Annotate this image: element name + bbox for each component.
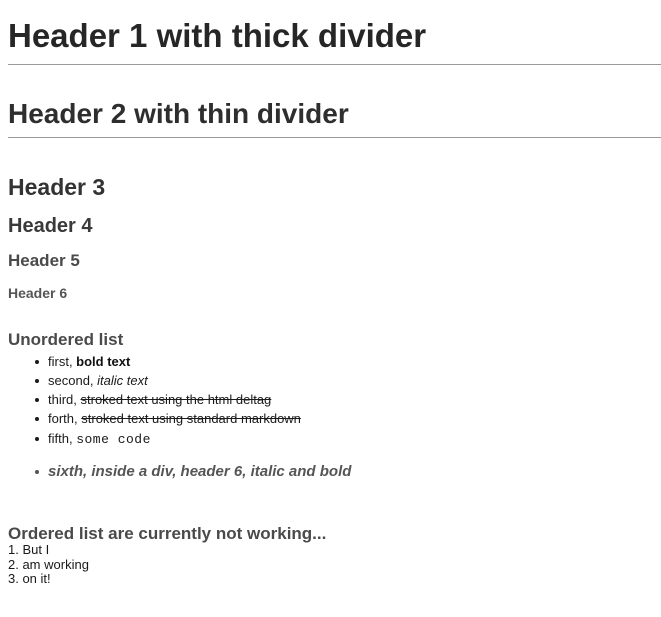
list-item-first: first, bold text <box>34 352 351 371</box>
italic-bold-header-6-text: sixth, inside a div, header 6, italic an… <box>48 463 352 480</box>
bold-text: bold text <box>76 354 131 369</box>
inline-code: some code <box>76 432 151 447</box>
thick-divider <box>8 64 661 65</box>
unordered-list-title: Unordered list <box>8 330 124 349</box>
heading-5: Header 5 <box>8 251 80 270</box>
ordered-line-3: 3. on it! <box>8 571 51 586</box>
heading-1: Header 1 with thick divider <box>8 17 427 54</box>
ordered-line-1: 1. But I <box>8 542 50 557</box>
heading-4: Header 4 <box>8 215 93 237</box>
list-item-third: third, stroked text using the html delta… <box>34 390 351 409</box>
list-item-sixth: sixth, inside a div, header 6, italic an… <box>34 462 352 482</box>
list-item-forth: forth, stroked text using standard markd… <box>34 409 351 428</box>
list-item-prefix: third, <box>48 392 81 407</box>
ordered-line-2: 2. am working <box>8 556 89 572</box>
heading-3: Header 3 <box>8 174 106 200</box>
strikethrough-text-html: stroked text using the html deltag <box>80 392 272 407</box>
ordered-list-text: 1. But I 2. am working 3. on it! <box>8 542 89 587</box>
list-item-prefix: fifth, <box>48 431 77 446</box>
list-item-fifth: fifth, some code <box>34 428 351 450</box>
list-item-second: second, italic text <box>34 371 351 390</box>
list-item-prefix: first, <box>48 354 77 369</box>
list-item-prefix: second, <box>48 373 98 388</box>
list-item-prefix: forth, <box>48 411 82 426</box>
ordered-list-title: Ordered list are currently not working..… <box>8 524 327 543</box>
heading-6: Header 6 <box>8 285 68 301</box>
heading-2: Header 2 with thin divider <box>8 98 349 129</box>
strikethrough-text-markdown: stroked text using standard markdown <box>81 411 301 426</box>
italic-text: italic text <box>97 373 148 388</box>
thin-divider <box>8 137 661 138</box>
unordered-list: first, bold text second, italic text thi… <box>8 352 351 482</box>
